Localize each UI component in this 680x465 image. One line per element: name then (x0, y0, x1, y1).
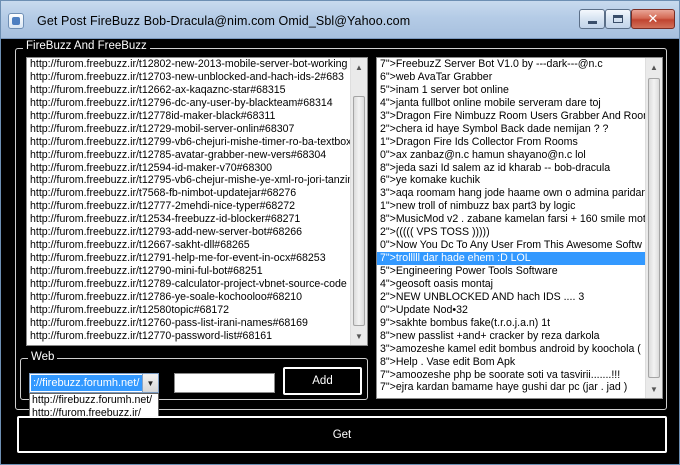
list-item[interactable]: http://furom.freebuzz.ir/t12790-mini-ful… (27, 265, 350, 278)
topic-title-scrollbar[interactable]: ▲ ▼ (645, 58, 662, 398)
chevron-down-icon[interactable]: ▼ (142, 374, 158, 392)
topic-title-items: 7">FreebuzZ Server Bot V1.0 by ---dark--… (377, 58, 645, 398)
list-item[interactable]: http://furom.freebuzz.ir/t12729-mobil-se… (27, 123, 350, 136)
list-item[interactable]: 1">new troll of nimbuzz bax part3 by log… (377, 200, 645, 213)
list-item[interactable]: 6">web AvaTar Grabber (377, 71, 645, 84)
list-item[interactable]: 7">FreebuzZ Server Bot V1.0 by ---dark--… (377, 58, 645, 71)
list-item[interactable]: 7">amoozeshe php be soorate soti va tasv… (377, 369, 645, 382)
list-item[interactable]: 8">new passlist +and+ cracker by reza da… (377, 330, 645, 343)
list-item[interactable]: 2">((((( VPS TOSS ))))) (377, 226, 645, 239)
list-item[interactable]: 3">aqa roomam hang jode haame own o admi… (377, 187, 645, 200)
list-item[interactable]: http://furom.freebuzz.ir/t12802-new-2013… (27, 58, 350, 71)
get-button[interactable]: Get (17, 416, 667, 453)
list-item[interactable]: 7">ejra kardan bamame haye gushi dar pc … (377, 381, 645, 394)
list-item[interactable]: http://furom.freebuzz.ir/t12777-2mehdi-n… (27, 200, 350, 213)
list-item[interactable]: 0">Update Nod•32 (377, 304, 645, 317)
minimize-icon (587, 20, 597, 24)
web-url-textbox[interactable] (174, 373, 275, 393)
list-item[interactable]: 4">janta fullbot online mobile serveram … (377, 97, 645, 110)
list-item[interactable]: 2">NEW UNBLOCKED AND hach IDS .... 3 (377, 291, 645, 304)
list-item[interactable]: http://furom.freebuzz.ir/t12662-ax-kaqaz… (27, 84, 350, 97)
topic-link-scrollbar[interactable]: ▲ ▼ (350, 58, 367, 345)
close-button[interactable]: ✕ (631, 9, 675, 29)
list-item[interactable]: http://furom.freebuzz.ir/t12786-ye-soale… (27, 291, 350, 304)
list-item[interactable]: 8">Help . Vase edit Bom Apk (377, 356, 645, 369)
list-item[interactable]: 3">Dragon Fire Nimbuzz Room Users Grabbe… (377, 110, 645, 123)
list-item[interactable]: 8">MusicMod v2 . zabane kamelan farsi + … (377, 213, 645, 226)
scroll-thumb[interactable] (648, 78, 660, 378)
web-groupbox-label: Web (28, 351, 58, 363)
groupbox-label: FireBuzz And FreeBuzz (23, 40, 150, 52)
scroll-down-arrow-icon[interactable]: ▼ (647, 381, 661, 397)
list-item[interactable]: 5">Engineering Power Tools Software (377, 265, 645, 278)
scroll-thumb[interactable] (353, 96, 365, 326)
maximize-icon (613, 15, 623, 23)
scroll-down-arrow-icon[interactable]: ▼ (352, 328, 366, 344)
close-icon: ✕ (647, 11, 659, 27)
list-item[interactable]: http://furom.freebuzz.ir/t12760-pass-lis… (27, 317, 350, 330)
list-item[interactable]: 0">Now You Dc To Any User From This Awes… (377, 239, 645, 252)
list-item[interactable]: http://furom.freebuzz.ir/t12534-freebuzz… (27, 213, 350, 226)
list-item[interactable]: 6">ye komake kuchik (377, 174, 645, 187)
list-item[interactable]: http://furom.freebuzz.ir/t12703-new-unbl… (27, 71, 350, 84)
topic-link-items: http://furom.freebuzz.ir/t12802-new-2013… (27, 58, 350, 345)
maximize-button[interactable] (605, 9, 631, 29)
list-item[interactable]: 7">trolllll dar hade ehem :D LOL (377, 252, 645, 265)
list-item[interactable]: http://furom.freebuzz.ir/t12580topic#681… (27, 304, 350, 317)
list-item[interactable]: 1">Dragon Fire Ids Collector From Rooms (377, 136, 645, 149)
list-item[interactable]: http://furom.freebuzz.ir/t12793-add-new-… (27, 226, 350, 239)
app-icon (8, 13, 24, 29)
web-url-combobox-value: ://firebuzz.forumh.net/ (31, 375, 143, 391)
list-item[interactable]: http://furom.freebuzz.ir/t12796-dc-any-u… (27, 97, 350, 110)
list-item[interactable]: 3">amozeshe kamel edit bombus android by… (377, 343, 645, 356)
list-item[interactable]: 0">ax zanbaz@n.c hamun shayano@n.c lol (377, 149, 645, 162)
main-window: Get Post FireBuzz Bob-Dracula@nim.com Om… (0, 0, 680, 465)
minimize-button[interactable] (579, 9, 605, 29)
list-item[interactable]: 9">sakhte bombus fake(t.r.o.j.a.n) 1t (377, 317, 645, 330)
web-url-combobox[interactable]: ://firebuzz.forumh.net/ ▼ (29, 373, 159, 393)
list-item[interactable]: 8">jeda sazi Id salem az id kharab -- bo… (377, 162, 645, 175)
list-item[interactable]: 4">geosoft oasis montaj (377, 278, 645, 291)
list-item[interactable]: http://furom.freebuzz.ir/t12770-password… (27, 330, 350, 343)
list-item[interactable]: http://furom.freebuzz.ir/t12785-avatar-g… (27, 149, 350, 162)
topic-link-listbox[interactable]: http://furom.freebuzz.ir/t12802-new-2013… (26, 57, 368, 346)
window-title: Get Post FireBuzz Bob-Dracula@nim.com Om… (37, 14, 411, 28)
list-item[interactable]: http://furom.freebuzz.ir/t12795-vb6-chej… (27, 174, 350, 187)
scroll-up-arrow-icon[interactable]: ▲ (352, 59, 366, 75)
scroll-up-arrow-icon[interactable]: ▲ (647, 59, 661, 75)
list-item[interactable]: http://furom.freebuzz.ir/t12799-vb6-chej… (27, 136, 350, 149)
dropdown-option[interactable]: http://firebuzz.forumh.net/ (30, 394, 158, 407)
list-item[interactable]: http://furom.freebuzz.ir/t12789-calculat… (27, 278, 350, 291)
list-item[interactable]: http://furom.freebuzz.ir/t12778id-maker-… (27, 110, 350, 123)
topic-title-listbox[interactable]: 7">FreebuzZ Server Bot V1.0 by ---dark--… (376, 57, 663, 399)
list-item[interactable]: 5">inam 1 server bot online (377, 84, 645, 97)
list-item[interactable]: http://furom.freebuzz.ir/t12791-help-me-… (27, 252, 350, 265)
list-item[interactable]: http://furom.freebuzz.ir/t7568-fb-nimbot… (27, 187, 350, 200)
title-bar[interactable]: Get Post FireBuzz Bob-Dracula@nim.com Om… (1, 1, 679, 39)
list-item[interactable]: http://furom.freebuzz.ir/t12594-id-maker… (27, 162, 350, 175)
list-item[interactable]: http://furom.freebuzz.ir/t12667-sakht-dl… (27, 239, 350, 252)
add-button[interactable]: Add (283, 367, 362, 395)
list-item[interactable]: 2">chera id haye Symbol Back dade nemija… (377, 123, 645, 136)
